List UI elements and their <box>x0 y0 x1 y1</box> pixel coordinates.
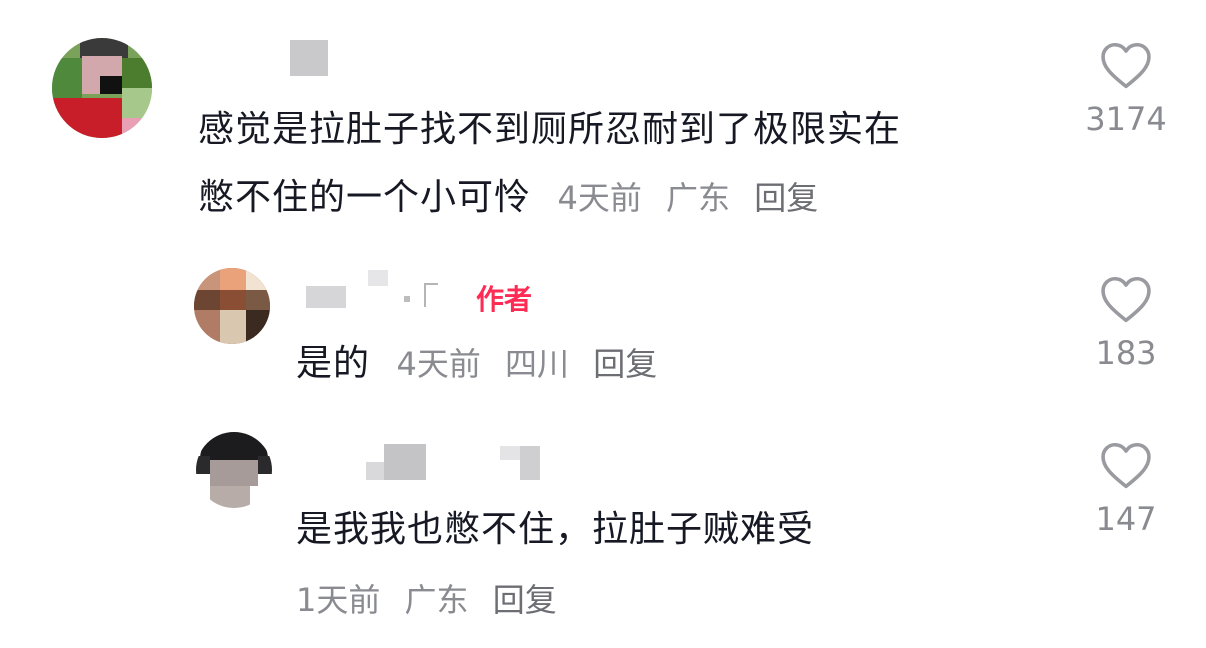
comment-text: 感觉是拉肚子找不到厕所忍耐到了极限实在 憋不住的一个小可怜 4天前 广东 回复 <box>198 96 901 232</box>
username-mosaic <box>500 446 520 460</box>
like-count: 147 <box>1095 500 1157 538</box>
reply-button[interactable]: 回复 <box>493 581 557 619</box>
username-mosaic <box>520 446 540 480</box>
avatar[interactable] <box>196 432 272 508</box>
username-mosaic <box>384 444 426 480</box>
avatar[interactable] <box>194 268 270 344</box>
username-mosaic <box>424 283 438 307</box>
username-mosaic <box>368 270 388 286</box>
comment-text: 是的 4天前 四川 回复 <box>296 330 671 398</box>
heart-outline-icon[interactable] <box>1099 40 1153 90</box>
comment-time: 4天前 <box>396 345 481 383</box>
like-count: 183 <box>1095 334 1157 372</box>
reply-button[interactable]: 回复 <box>593 345 657 383</box>
avatar[interactable] <box>52 38 152 138</box>
like-button[interactable]: 147 <box>1066 440 1186 538</box>
comment-time: 4天前 <box>557 179 642 217</box>
comment-time: 1天前 <box>296 581 381 619</box>
comment-text: 是我我也憋不住，拉肚子贼难受 <box>296 496 814 564</box>
username-mosaic <box>404 296 410 302</box>
comment-location: 四川 <box>505 345 570 383</box>
heart-outline-icon[interactable] <box>1099 274 1153 324</box>
like-button[interactable]: 183 <box>1066 274 1186 372</box>
author-badge: 作者 <box>476 283 533 316</box>
like-button[interactable]: 3174 <box>1066 40 1186 138</box>
heart-outline-icon[interactable] <box>1099 440 1153 490</box>
reply-button[interactable]: 回复 <box>754 179 818 217</box>
comment-line-text: 是的 <box>296 343 371 384</box>
comment-location: 广东 <box>404 581 469 619</box>
username-mosaic[interactable] <box>290 40 328 76</box>
username-mosaic[interactable] <box>306 286 346 308</box>
comment-line: 感觉是拉肚子找不到厕所忍耐到了极限实在 <box>198 109 902 150</box>
comment-line: 憋不住的一个小可怜 4天前 广东 回复 <box>198 164 901 232</box>
comment-location: 广东 <box>666 179 731 217</box>
username-mosaic[interactable] <box>366 462 384 480</box>
comment-meta: 1天前 广东 回复 <box>296 580 571 620</box>
comment-line-text: 憋不住的一个小可怜 <box>198 177 532 218</box>
like-count: 3174 <box>1085 100 1167 138</box>
comment-line: 是我我也憋不住，拉肚子贼难受 <box>296 509 815 550</box>
